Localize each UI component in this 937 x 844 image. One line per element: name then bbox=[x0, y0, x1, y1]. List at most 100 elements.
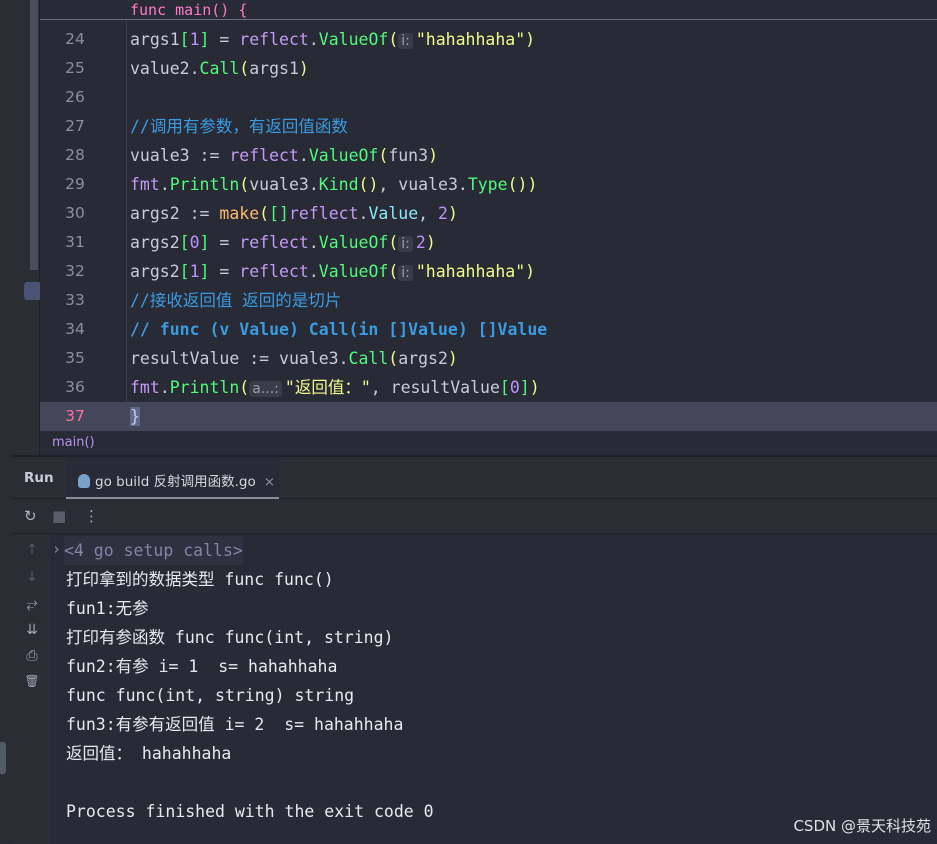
run-tab[interactable]: go build 反射调用函数.go × bbox=[66, 457, 279, 499]
code-token: ( bbox=[388, 349, 399, 368]
breadcrumb[interactable]: main() bbox=[52, 435, 95, 450]
console-line: fun2:有参 i= 1 s= hahahhaha bbox=[66, 657, 338, 676]
code-token: 2 bbox=[438, 204, 448, 223]
code-token: Call bbox=[199, 59, 240, 78]
line-number[interactable]: 37 bbox=[40, 402, 110, 431]
code-token: resultValue := vuale3. bbox=[130, 349, 349, 368]
code-token: } bbox=[130, 407, 140, 426]
line-number[interactable]: 35 bbox=[40, 344, 110, 373]
code-token: reflect bbox=[288, 204, 359, 223]
code-line[interactable]: 35 resultValue := vuale3.Call(args2) bbox=[40, 344, 937, 373]
code-token: Kind bbox=[318, 175, 359, 194]
code-token: Type bbox=[467, 175, 508, 194]
line-number[interactable]: 29 bbox=[40, 170, 110, 199]
code-token: Value bbox=[368, 204, 419, 223]
code-text: value2.Call(args1) bbox=[130, 54, 309, 83]
line-number[interactable]: 26 bbox=[40, 83, 110, 112]
code-token: vuale3 := bbox=[130, 146, 230, 165]
code-line[interactable]: 34 // func (v Value) Call(in []Value) []V… bbox=[40, 315, 937, 344]
code-line[interactable]: 31 args2[0] = reflect.ValueOf(i: 2) bbox=[40, 228, 937, 257]
line-number[interactable]: 30 bbox=[40, 199, 110, 228]
scroll-down-icon[interactable]: ↓ bbox=[22, 569, 42, 585]
code-line[interactable]: 30 args2 := make([]reflect.Value, 2) bbox=[40, 199, 937, 228]
code-token: , bbox=[418, 204, 438, 223]
line-number[interactable]: 31 bbox=[40, 228, 110, 257]
more-options-icon[interactable]: ⋮ bbox=[84, 507, 99, 525]
expand-chevron-icon[interactable]: › bbox=[52, 540, 61, 558]
code-text: args2[0] = reflect.ValueOf(i: 2) bbox=[130, 228, 436, 259]
code-token: args1 bbox=[249, 59, 299, 78]
parameter-hint: a...: bbox=[249, 381, 282, 397]
code-token: 2 bbox=[415, 233, 426, 252]
code-token: = bbox=[209, 30, 240, 49]
code-token: () bbox=[358, 175, 379, 194]
code-text: args1[1] = reflect.ValueOf(i: "hahahhaha"… bbox=[130, 25, 535, 56]
line-number[interactable]: 33 bbox=[40, 286, 110, 315]
code-token: args2 bbox=[130, 233, 180, 252]
code-line[interactable]: 37} bbox=[40, 402, 937, 431]
console-output[interactable]: ↑ ↓ ⥂ ⇊ ⎙ 🗑 › <4 go setup calls> 打印拿到的数据… bbox=[12, 534, 937, 844]
strip-scrollbar[interactable] bbox=[30, 0, 38, 270]
console-line: 打印拿到的数据类型 func func() bbox=[66, 570, 334, 589]
watermark: CSDN @景天科技苑 bbox=[793, 817, 931, 835]
close-tab-icon[interactable]: × bbox=[264, 474, 275, 490]
code-line[interactable]: 24 args1[1] = reflect.ValueOf(i: "hahahhah… bbox=[40, 25, 937, 54]
code-token: [ bbox=[499, 378, 510, 397]
sticky-header[interactable]: func main() { bbox=[40, 0, 937, 20]
code-text: fmt.Println(vuale3.Kind(), vuale3.Type()… bbox=[130, 170, 537, 199]
scroll-to-end-icon[interactable]: ⇊ bbox=[22, 622, 42, 638]
line-number[interactable]: 32 bbox=[40, 257, 110, 286]
code-token: vuale3. bbox=[249, 175, 319, 194]
line-number[interactable]: 25 bbox=[40, 54, 110, 83]
code-token: 0 bbox=[189, 233, 200, 252]
stop-icon[interactable]: ■ bbox=[52, 507, 66, 525]
console-line: fun1:无参 bbox=[66, 599, 149, 618]
code-token: //接收返回值 返回的是切片 bbox=[130, 291, 342, 310]
code-text: resultValue := vuale3.Call(args2) bbox=[130, 344, 458, 373]
soft-wrap-icon[interactable]: ⥂ bbox=[22, 596, 42, 612]
code-line[interactable]: 36 fmt.Println(a...: "返回值：", resultValue[0… bbox=[40, 373, 937, 402]
code-token: "hahahhaha" bbox=[415, 262, 526, 281]
strip-item[interactable] bbox=[0, 742, 6, 774]
code-token: 1 bbox=[189, 262, 200, 281]
code-text: //调用有参数，有返回值函数 bbox=[130, 112, 348, 141]
console-line: fun3:有参有返回值 i= 2 s= hahahhaha bbox=[66, 715, 404, 734]
code-line[interactable]: 25 value2.Call(args1) bbox=[40, 54, 937, 83]
code-line[interactable]: 26 bbox=[40, 83, 937, 112]
strip-selected-item[interactable] bbox=[24, 282, 40, 300]
code-token: ( bbox=[388, 30, 399, 49]
line-number[interactable]: 24 bbox=[40, 25, 110, 54]
code-text: } bbox=[130, 402, 140, 431]
trash-icon[interactable]: 🗑 bbox=[22, 674, 42, 688]
code-line[interactable]: 29 fmt.Println(vuale3.Kind(), vuale3.Type… bbox=[40, 170, 937, 199]
code-token: ] bbox=[199, 262, 210, 281]
code-token: args2 bbox=[398, 349, 448, 368]
code-token: args2 bbox=[130, 262, 180, 281]
line-number[interactable]: 28 bbox=[40, 141, 110, 170]
code-token: [ bbox=[179, 262, 190, 281]
code-token: // func (v Value) Call(in []Value) []Val… bbox=[130, 320, 548, 339]
go-gopher-icon bbox=[78, 474, 90, 488]
code-line[interactable]: 32 args2[1] = reflect.ValueOf(i: "hahahhah… bbox=[40, 257, 937, 286]
line-number[interactable]: 27 bbox=[40, 112, 110, 141]
console-sidebar: ↑ ↓ ⥂ ⇊ ⎙ 🗑 bbox=[12, 534, 50, 844]
line-number[interactable]: 36 bbox=[40, 373, 110, 402]
code-token: ( bbox=[388, 233, 399, 252]
code-token: reflect bbox=[239, 262, 309, 281]
code-token: [ bbox=[179, 233, 190, 252]
code-token: . bbox=[298, 146, 309, 165]
code-token: . bbox=[308, 233, 319, 252]
code-line[interactable]: 27 //调用有参数，有返回值函数 bbox=[40, 112, 937, 141]
scroll-up-icon[interactable]: ↑ bbox=[22, 542, 42, 558]
line-number[interactable]: 34 bbox=[40, 315, 110, 344]
code-line[interactable]: 33 //接收返回值 返回的是切片 bbox=[40, 286, 937, 315]
code-text: args2[1] = reflect.ValueOf(i: "hahahhaha"… bbox=[130, 257, 535, 288]
code-line[interactable]: 28 vuale3 := reflect.ValueOf(fun3) bbox=[40, 141, 937, 170]
code-text: //接收返回值 返回的是切片 bbox=[130, 286, 341, 315]
code-editor[interactable]: func main() { 23args1[0] = reflect.Value… bbox=[40, 0, 937, 455]
setup-calls-fold[interactable]: <4 go setup calls> bbox=[64, 536, 243, 565]
print-icon[interactable]: ⎙ bbox=[22, 648, 42, 664]
code-token: Call bbox=[348, 349, 389, 368]
run-panel: Run go build 反射调用函数.go × ↻ ■ ⋮ ↑ ↓ ⥂ ⇊ ⎙ … bbox=[12, 455, 937, 844]
rerun-icon[interactable]: ↻ bbox=[24, 507, 37, 525]
